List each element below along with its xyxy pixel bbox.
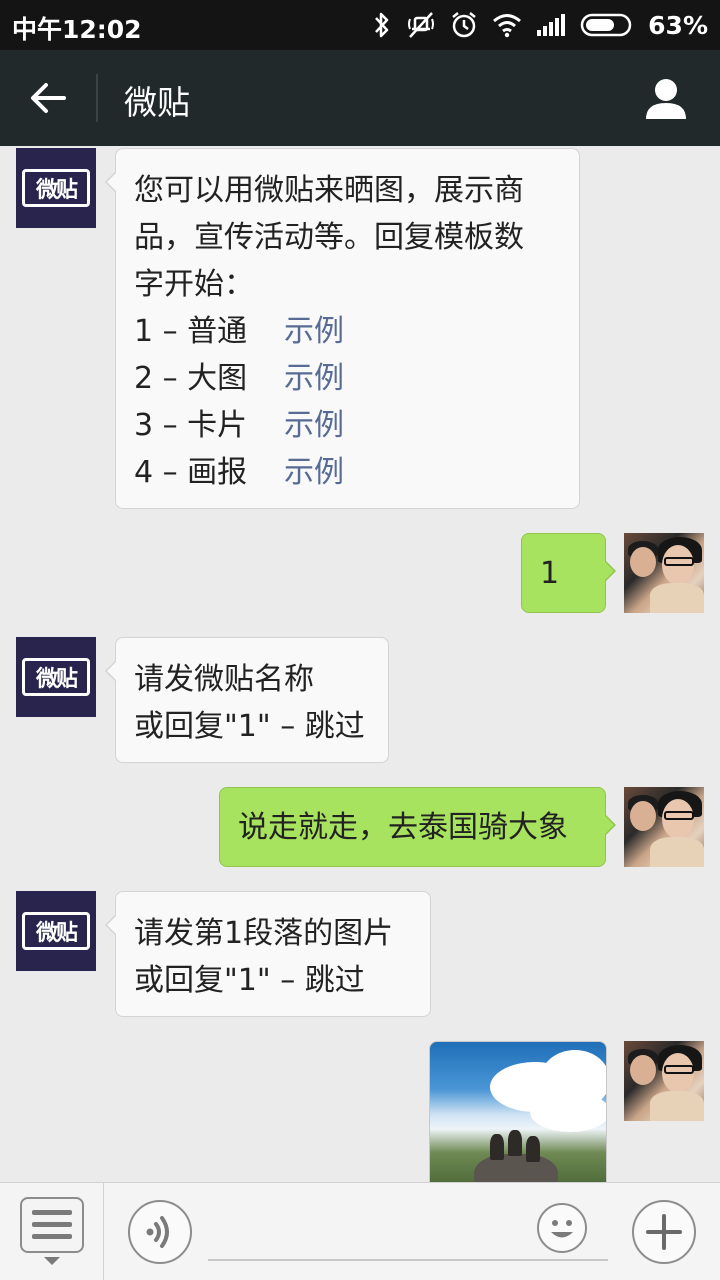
weitie-logo: 微贴 — [22, 169, 90, 207]
title-divider — [96, 74, 98, 122]
mute-icon — [408, 12, 435, 38]
user-avatar[interactable] — [624, 1041, 704, 1121]
voice-button[interactable] — [128, 1200, 192, 1264]
battery-percentage: 63% — [648, 10, 708, 40]
user-avatar[interactable] — [624, 787, 704, 867]
alarm-icon — [452, 12, 476, 38]
example-link[interactable]: 示例 — [284, 308, 344, 355]
menu-list-icon — [20, 1197, 84, 1253]
example-link[interactable]: 示例 — [284, 402, 344, 449]
battery-icon — [580, 13, 632, 37]
user-avatar[interactable] — [624, 533, 704, 613]
option-label: 1 – 普通 — [134, 314, 248, 349]
chat-area[interactable]: 微贴 您可以用微贴来晒图，展示商 品，宣传活动等。回复模板数 字开始： 1 – … — [0, 146, 720, 1182]
message-text: 或回复"1" – 跳过 — [134, 709, 365, 744]
back-button[interactable] — [22, 72, 74, 124]
back-arrow-icon — [31, 83, 66, 113]
example-link[interactable]: 示例 — [284, 449, 344, 496]
emoji-icon — [551, 1220, 573, 1238]
profile-button[interactable] — [640, 72, 692, 124]
menu-button[interactable] — [0, 1183, 104, 1280]
bluetooth-icon — [375, 12, 389, 38]
photo-message[interactable] — [429, 1041, 607, 1182]
caret-down-icon — [44, 1257, 60, 1265]
status-icons: 63% — [372, 8, 708, 42]
person-icon — [646, 79, 686, 119]
bot-avatar[interactable]: 微贴 — [16, 891, 96, 971]
weitie-logo: 微贴 — [22, 658, 90, 696]
weitie-logo: 微贴 — [22, 912, 90, 950]
input-bar — [0, 1182, 720, 1280]
message-text: 请发微贴名称 — [134, 662, 314, 697]
template-option: 2 – 大图 示例 — [134, 355, 561, 402]
emoji-button[interactable] — [537, 1203, 587, 1253]
bot-avatar[interactable]: 微贴 — [16, 148, 96, 228]
message-bubble[interactable]: 说走就走，去泰国骑大象 — [219, 787, 616, 867]
message-bubble[interactable]: 您可以用微贴来晒图，展示商 品，宣传活动等。回复模板数 字开始： 1 – 普通 … — [105, 148, 580, 509]
option-label: 4 – 画报 — [134, 455, 248, 490]
message-text: 品，宣传活动等。回复模板数 — [134, 220, 524, 255]
title-bar: 微贴 — [0, 50, 720, 146]
message-bubble[interactable]: 请发第1段落的图片 或回复"1" – 跳过 — [105, 891, 431, 1017]
add-button[interactable] — [632, 1200, 696, 1264]
message-text: 请发第1段落的图片 — [134, 916, 394, 951]
message-text: 说走就走，去泰国骑大象 — [238, 810, 568, 845]
message-text: 1 — [540, 556, 560, 591]
plus-icon — [646, 1214, 682, 1250]
status-time: 中午12:02 — [12, 15, 142, 44]
template-option: 3 – 卡片 示例 — [134, 402, 561, 449]
wifi-icon — [493, 14, 522, 38]
message-text: 或回复"1" – 跳过 — [134, 963, 365, 998]
bot-avatar[interactable]: 微贴 — [16, 637, 96, 717]
example-link[interactable]: 示例 — [284, 355, 344, 402]
option-label: 3 – 卡片 — [134, 408, 248, 443]
message-bubble[interactable]: 请发微贴名称 或回复"1" – 跳过 — [105, 637, 389, 763]
option-label: 2 – 大图 — [134, 361, 248, 396]
status-bar: 中午12:02 63% — [0, 0, 720, 50]
message-text: 您可以用微贴来晒图，展示商 — [134, 173, 524, 208]
voice-icon — [146, 1216, 169, 1248]
message-bubble[interactable]: 1 — [521, 533, 616, 613]
chat-title: 微贴 — [124, 83, 190, 122]
signal-icon — [537, 14, 566, 36]
message-text: 字开始： — [134, 267, 254, 302]
template-option: 4 – 画报 示例 — [134, 449, 561, 496]
template-option: 1 – 普通 示例 — [134, 308, 561, 355]
